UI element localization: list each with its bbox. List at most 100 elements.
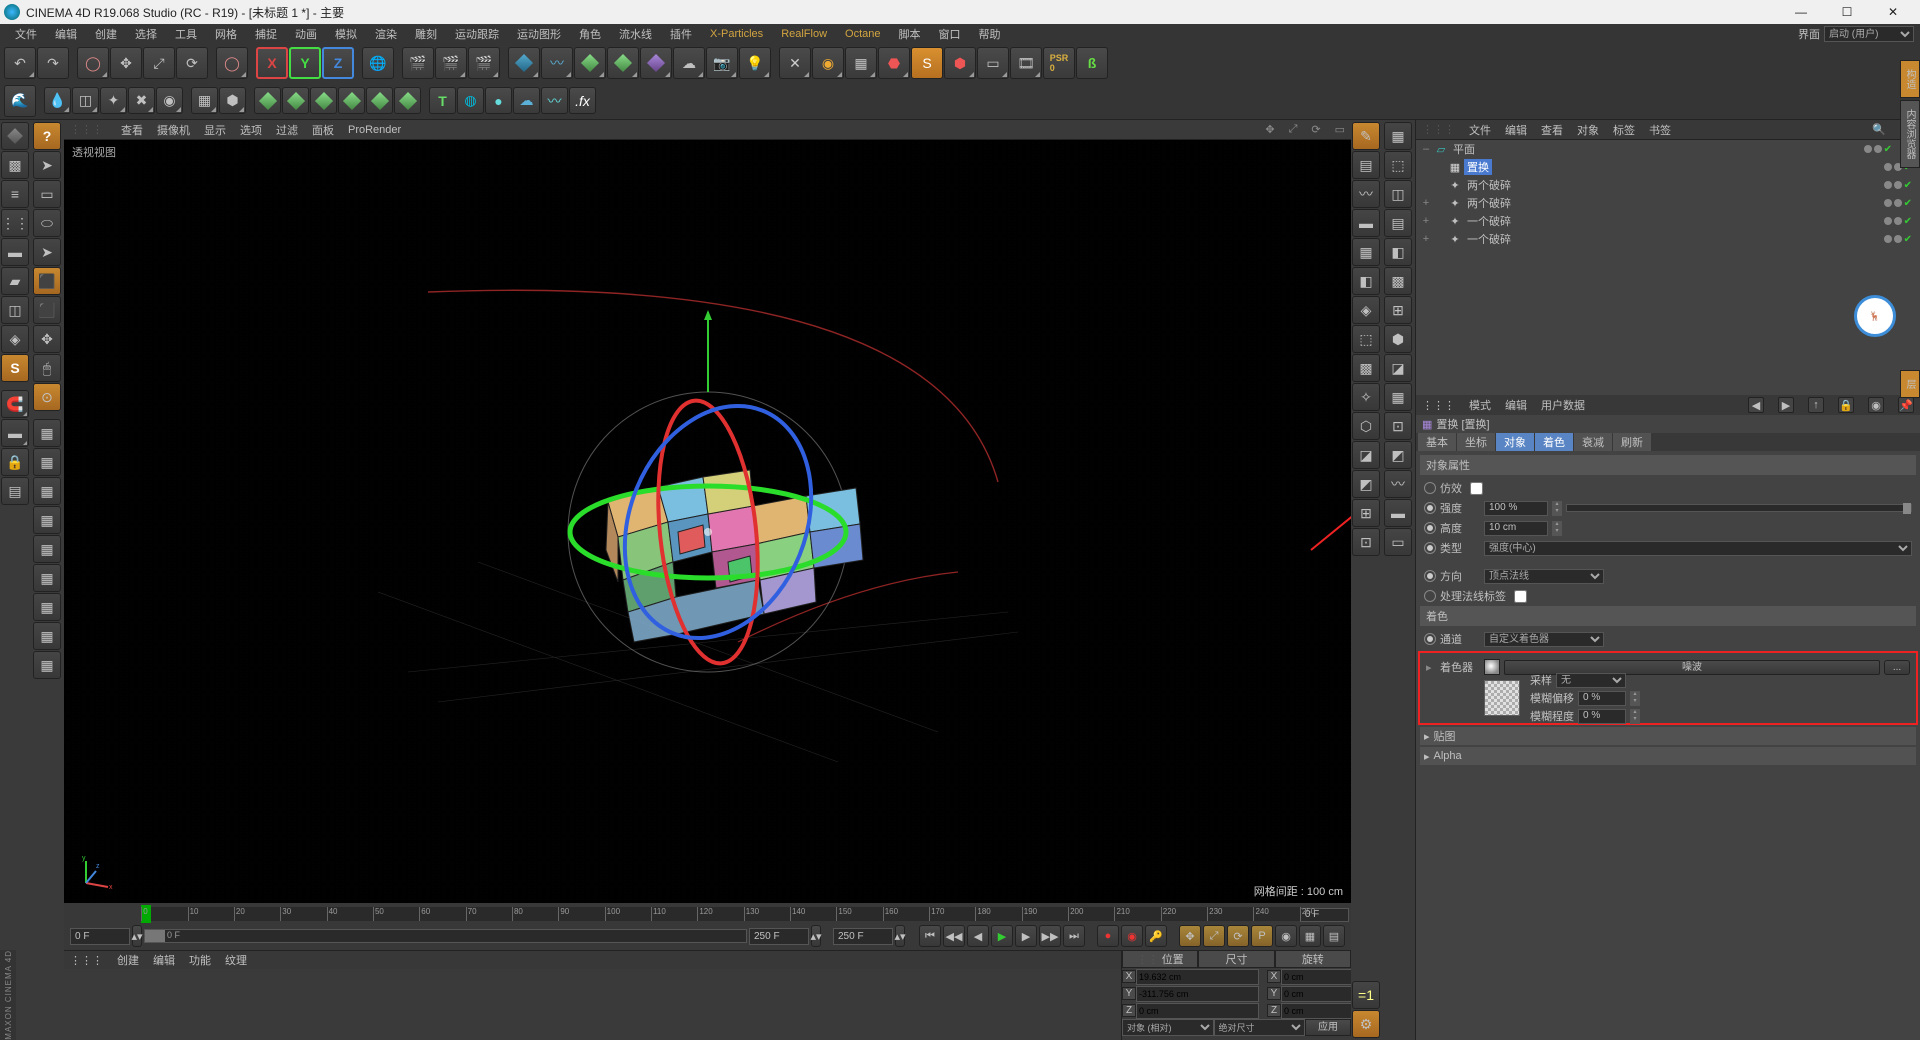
magnet-icon[interactable]: 🧲 [1,390,29,418]
xp-dyn-button[interactable]: ⬣ [878,47,910,79]
tab-refresh[interactable]: 刷新 [1613,433,1651,451]
vp-display[interactable]: 显示 [204,122,226,138]
points-icon[interactable]: ⋮⋮ [1,209,29,237]
menu-mograph[interactable]: 运动图形 [508,24,570,44]
sample-select[interactable]: 无 [1556,673,1626,688]
time-end[interactable]: 250 F [833,928,893,945]
tab-object[interactable]: 对象 [1496,433,1534,451]
rf-cloud[interactable]: ☁ [513,87,540,114]
type-select[interactable]: 强度(中心) [1484,541,1912,556]
xray-icon[interactable]: ◈ [1,325,29,353]
menu-pipe[interactable]: 流水线 [610,24,661,44]
rf-col1[interactable] [254,87,281,114]
strength-radio[interactable] [1424,502,1436,514]
render-pv-button[interactable]: 🎬 [435,47,467,79]
rc8[interactable]: ▩ [1352,354,1380,382]
menu-mesh[interactable]: 网格 [206,24,246,44]
select-tool[interactable]: ◯ [77,47,109,79]
isoline-icon[interactable]: ≡ [1,180,29,208]
tab-falloff[interactable]: 衰减 [1574,433,1612,451]
spin2[interactable]: ▴▾ [811,925,821,947]
menu-tools[interactable]: 工具 [166,24,206,44]
type-radio[interactable] [1424,542,1436,554]
cube-icon[interactable] [1,122,29,150]
pos-X[interactable] [1136,969,1259,985]
rr10[interactable]: ▦ [1384,383,1412,411]
move-icon[interactable]: ➤ [33,238,61,266]
rc11[interactable]: ◪ [1352,441,1380,469]
pos-Z[interactable] [1136,1003,1259,1019]
edge-icon[interactable]: ▬ [1,238,29,266]
uv-icon[interactable]: ◫ [1,296,29,324]
rr15[interactable]: ▭ [1384,528,1412,556]
vp-nav1-icon[interactable]: ✥ [1265,123,1274,136]
menu-octane[interactable]: Octane [836,26,889,42]
rc6[interactable]: ◈ [1352,296,1380,324]
rr2[interactable]: ⬚ [1384,151,1412,179]
rf-col2[interactable] [282,87,309,114]
xp-tag-button[interactable]: ▭ [977,47,1009,79]
timeline-ruler[interactable]: 0102030405060708090100110120130140150160… [141,907,1300,921]
op-book[interactable]: 书签 [1649,122,1671,138]
op-obj[interactable]: 对象 [1577,122,1599,138]
mode-icon[interactable]: ⬛ [33,267,61,295]
vp-prorender[interactable]: ProRender [348,124,401,136]
rc4[interactable]: ▦ [1352,238,1380,266]
time-mid[interactable]: 250 F [749,928,809,945]
spin3[interactable]: ▴▾ [895,925,905,947]
menu-xparticles[interactable]: X-Particles [701,26,772,42]
psr-button[interactable]: PSR0 [1043,47,1075,79]
attr-prev-icon[interactable]: ◀ [1748,397,1764,413]
menu-render[interactable]: 渲染 [366,24,406,44]
grid1[interactable]: ▦ [33,419,61,447]
vp-filter[interactable]: 过滤 [276,122,298,138]
rc12[interactable]: ◩ [1352,470,1380,498]
attr-lock-icon[interactable]: 🔒 [1838,397,1854,413]
menu-select[interactable]: 选择 [126,24,166,44]
next-frame-button[interactable]: ▶ [1015,925,1037,947]
xp-other-button[interactable]: ⬢ [944,47,976,79]
op-view[interactable]: 查看 [1541,122,1563,138]
key-pla-button[interactable]: ◉ [1275,925,1297,947]
rr11[interactable]: ⊡ [1384,412,1412,440]
strength-spin[interactable]: ▴▾ [1552,501,1562,516]
poly-icon[interactable]: ▰ [1,267,29,295]
menu-realflow[interactable]: RealFlow [772,26,836,42]
coord-mode1[interactable]: 对象 (相对) [1122,1019,1214,1036]
emulate-radio[interactable] [1424,482,1436,494]
object-tree[interactable]: – ▱ 平面 ✔ ▦ 置换 ✔ ✦ 两个破碎 ✔+ ✦ 两个破碎 ✔+ ✦ 一个… [1416,140,1920,395]
time-scrub[interactable]: 0 F [144,929,747,943]
noise-thumb-icon[interactable] [1484,680,1520,716]
add-camera-button[interactable]: 📷 [706,47,738,79]
render-settings-button[interactable]: 🎬 [468,47,500,79]
attr-next-icon[interactable]: ▶ [1778,397,1794,413]
rc2[interactable]: 〰 [1352,180,1380,208]
key-opt3-button[interactable]: ▤ [1323,925,1345,947]
play-button[interactable]: ▶ [991,925,1013,947]
menu-sim[interactable]: 模拟 [326,24,366,44]
snap-toggle-icon[interactable]: S [1,354,29,382]
rr12[interactable]: ◩ [1384,441,1412,469]
key-opt2-button[interactable]: ▦ [1299,925,1321,947]
vp-view[interactable]: 查看 [121,122,143,138]
shader-swatch-icon[interactable] [1484,659,1500,675]
grid3[interactable]: ▦ [33,477,61,505]
mat-create[interactable]: 创建 [117,952,139,968]
key-p-button[interactable]: ✥ [1179,925,1201,947]
rc-brush-icon[interactable]: ✎ [1352,122,1380,150]
deer-logo-icon[interactable]: 🦌 [1854,295,1896,337]
menu-edit[interactable]: 编辑 [46,24,86,44]
blur-offset-input[interactable]: 0 % [1578,691,1626,706]
rr4[interactable]: ▤ [1384,209,1412,237]
vtab-1[interactable]: 构造 [1900,60,1920,98]
rr13[interactable]: 〰 [1384,470,1412,498]
menu-char[interactable]: 角色 [570,24,610,44]
lockwp-icon[interactable]: 🔒 [1,448,29,476]
keyopt-button[interactable]: 🔑 [1145,925,1167,947]
rect-sel-icon[interactable]: ▭ [33,180,61,208]
vp-nav2-icon[interactable]: ⤢ [1289,123,1298,136]
lock-x-button[interactable]: X [256,47,288,79]
mat-tex[interactable]: 纹理 [225,952,247,968]
channel-radio[interactable] [1424,633,1436,645]
vp-nav3-icon[interactable]: ⟳ [1311,123,1320,136]
